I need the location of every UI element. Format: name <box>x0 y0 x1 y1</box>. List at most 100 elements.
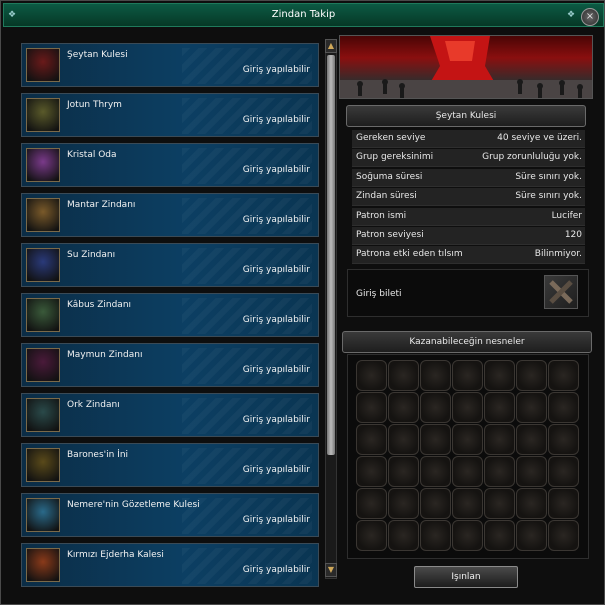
reward-slot[interactable] <box>516 520 547 551</box>
info-key: Soğuma süresi <box>356 171 423 182</box>
close-button[interactable]: × <box>581 8 599 26</box>
scrollbar-thumb[interactable] <box>327 55 335 455</box>
dungeon-list-item[interactable]: Kırmızı Ejderha Kalesi Giriş yapılabilir <box>21 543 319 587</box>
reward-slot[interactable] <box>548 520 579 551</box>
dungeon-list-item[interactable]: Ork Zindanı Giriş yapılabilir <box>21 393 319 437</box>
reward-slot[interactable] <box>388 360 419 391</box>
dungeon-list-item[interactable]: Kristal Oda Giriş yapılabilir <box>21 143 319 187</box>
info-key: Gereken seviye <box>356 133 426 143</box>
title-bar[interactable]: ❖ Zindan Takip ❖ × <box>3 3 604 27</box>
reward-slot[interactable] <box>356 424 387 455</box>
info-row: Gereken seviye 40 seviye ve üzeri. <box>352 130 585 148</box>
reward-slot[interactable] <box>420 456 451 487</box>
reward-slot[interactable] <box>388 424 419 455</box>
reward-slot[interactable] <box>452 392 483 423</box>
dungeon-list-item[interactable]: Kâbus Zindanı Giriş yapılabilir <box>21 293 319 337</box>
reward-slot[interactable] <box>388 392 419 423</box>
dungeon-list-item[interactable]: Şeytan Kulesi Giriş yapılabilir <box>21 43 319 87</box>
dungeon-name: Su Zindanı <box>67 250 116 260</box>
reward-slot[interactable] <box>516 488 547 519</box>
entry-ticket-box: Giriş bileti <box>347 269 589 317</box>
reward-slot[interactable] <box>388 456 419 487</box>
reward-slot[interactable] <box>356 360 387 391</box>
reward-slot[interactable] <box>484 488 515 519</box>
info-row: Soğuma süresi Süre sınırı yok. <box>352 168 585 187</box>
reward-slot[interactable] <box>452 424 483 455</box>
dungeon-status: Giriş yapılabilir <box>242 465 310 475</box>
reward-slot[interactable] <box>420 360 451 391</box>
reward-slot[interactable] <box>420 392 451 423</box>
reward-slot[interactable] <box>420 520 451 551</box>
dungeon-thumbnail-icon <box>26 98 60 132</box>
info-key: Patrona etki eden tılsım <box>356 249 463 260</box>
reward-slot[interactable] <box>548 360 579 391</box>
dungeon-banner-image <box>339 35 593 99</box>
info-value: Süre sınırı yok. <box>515 191 582 202</box>
reward-slot[interactable] <box>356 392 387 423</box>
dungeon-name: Kristal Oda <box>67 150 117 160</box>
reward-slot[interactable] <box>420 424 451 455</box>
rewards-title: Kazanabileceğin nesneler <box>342 331 592 353</box>
reward-slot[interactable] <box>452 360 483 391</box>
reward-slot[interactable] <box>548 488 579 519</box>
reward-slot[interactable] <box>452 456 483 487</box>
dungeon-status: Giriş yapılabilir <box>242 165 310 175</box>
teleport-button[interactable]: Işınlan <box>414 566 518 588</box>
info-key: Grup gereksinimi <box>356 152 434 163</box>
reward-slot[interactable] <box>484 392 515 423</box>
reward-slot[interactable] <box>388 488 419 519</box>
dungeon-list-item[interactable]: Nemere'nin Gözetleme Kulesi Giriş yapılab… <box>21 493 319 537</box>
dungeon-list-item[interactable]: Mantar Zindanı Giriş yapılabilir <box>21 193 319 237</box>
reward-slot[interactable] <box>516 360 547 391</box>
reward-slot[interactable] <box>388 520 419 551</box>
reward-slot[interactable] <box>516 392 547 423</box>
dungeon-name: Barones'in İni <box>67 450 129 460</box>
reward-slot[interactable] <box>484 360 515 391</box>
reward-slot[interactable] <box>356 456 387 487</box>
ticket-icon <box>549 280 573 304</box>
info-key: Patron ismi <box>356 210 407 221</box>
reward-slot[interactable] <box>548 424 579 455</box>
reward-slot[interactable] <box>420 488 451 519</box>
dungeon-list-item[interactable]: Jotun Thrym Giriş yapılabilir <box>21 93 319 137</box>
info-value: Lucifer <box>551 210 582 221</box>
dungeon-status: Giriş yapılabilir <box>242 265 310 275</box>
scroll-up-arrow-icon[interactable]: ▲ <box>325 39 337 53</box>
reward-slot[interactable] <box>484 456 515 487</box>
dungeon-list-item[interactable]: Maymun Zindanı Giriş yapılabilir <box>21 343 319 387</box>
dungeon-list-item[interactable]: Su Zindanı Giriş yapılabilir <box>21 243 319 287</box>
reward-slot[interactable] <box>452 520 483 551</box>
reward-slot[interactable] <box>548 456 579 487</box>
ornament-icon: ❖ <box>567 10 576 20</box>
ticket-label: Giriş bileti <box>356 289 402 299</box>
info-value: 120 <box>564 229 582 240</box>
dungeon-name: Kırmızı Ejderha Kalesi <box>67 550 164 560</box>
dungeon-thumbnail-icon <box>26 348 60 382</box>
reward-slot[interactable] <box>484 424 515 455</box>
dungeon-thumbnail-icon <box>26 548 60 582</box>
dungeon-thumbnail-icon <box>26 498 60 532</box>
window-title: Zindan Takip <box>271 9 336 20</box>
dungeon-status: Giriş yapılabilir <box>242 115 310 125</box>
info-row: Patron ismi Lucifer <box>352 207 585 226</box>
dungeon-name: Jotun Thrym <box>67 100 122 110</box>
info-key: Patron seviyesi <box>356 229 424 240</box>
info-key: Zindan süresi <box>356 191 417 202</box>
reward-slot[interactable] <box>356 520 387 551</box>
reward-slot[interactable] <box>484 520 515 551</box>
reward-slot[interactable] <box>516 456 547 487</box>
reward-slot[interactable] <box>548 392 579 423</box>
dungeon-status: Giriş yapılabilir <box>242 65 310 75</box>
reward-slot[interactable] <box>356 488 387 519</box>
dungeon-status: Giriş yapılabilir <box>242 565 310 575</box>
info-value: Süre sınırı yok. <box>515 171 582 182</box>
info-row: Grup gereksinimi Grup zorunluluğu yok. <box>352 149 585 168</box>
ticket-slot[interactable] <box>544 275 578 309</box>
dungeon-info-table: Gereken seviye 40 seviye ve üzeri. Grup ge… <box>352 130 585 266</box>
reward-slot[interactable] <box>516 424 547 455</box>
reward-slot[interactable] <box>452 488 483 519</box>
dungeon-status: Giriş yapılabilir <box>242 215 310 225</box>
info-value: Bilinmiyor. <box>534 249 582 260</box>
dungeon-list-item[interactable]: Barones'in İni Giriş yapılabilir <box>21 443 319 487</box>
scroll-down-arrow-icon[interactable]: ▼ <box>325 563 337 577</box>
